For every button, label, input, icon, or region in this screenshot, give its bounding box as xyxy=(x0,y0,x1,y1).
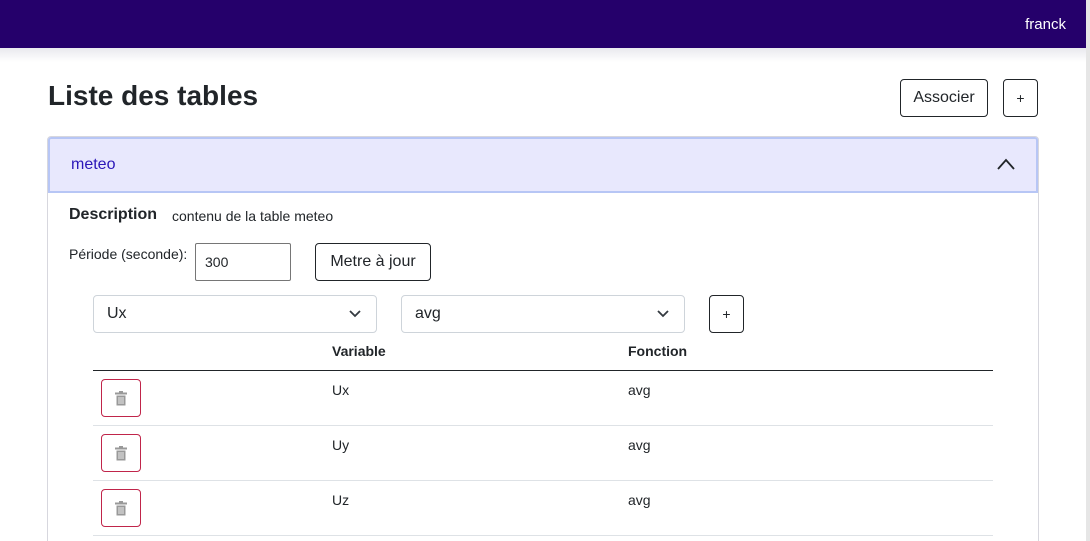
description-value: contenu de la table meteo xyxy=(172,208,334,224)
cell-function: avg xyxy=(628,382,651,398)
top-navbar: franck xyxy=(0,0,1086,48)
row-divider xyxy=(93,425,993,426)
update-button[interactable]: Metre à jour xyxy=(315,243,431,281)
column-header-function: Fonction xyxy=(628,343,688,359)
trash-icon xyxy=(115,445,127,460)
variable-select-value: Ux xyxy=(107,305,127,322)
cell-function: avg xyxy=(628,437,651,453)
user-name-link[interactable]: franck xyxy=(1025,16,1066,33)
column-header-variable: Variable xyxy=(332,343,386,359)
period-input[interactable] xyxy=(195,243,291,281)
chevron-up-icon xyxy=(997,158,1015,170)
add-variable-button[interactable]: + xyxy=(709,295,744,333)
trash-icon xyxy=(115,390,127,405)
description-label: Description xyxy=(69,206,158,223)
chevron-down-icon xyxy=(349,310,361,318)
row-divider xyxy=(93,480,993,481)
associate-button[interactable]: Associer xyxy=(900,79,988,117)
cell-variable: Uy xyxy=(332,437,350,453)
cell-variable: Uz xyxy=(332,492,350,508)
row-divider xyxy=(93,535,993,536)
period-label: Période (seconde): xyxy=(69,246,188,262)
chevron-down-icon xyxy=(657,310,669,318)
delete-row-button[interactable] xyxy=(101,379,141,417)
delete-row-button[interactable] xyxy=(101,434,141,472)
page-scrollbar[interactable] xyxy=(1086,0,1090,541)
add-table-button[interactable]: + xyxy=(1003,79,1038,117)
delete-row-button[interactable] xyxy=(101,489,141,527)
accordion-header-meteo[interactable]: meteo xyxy=(48,137,1038,193)
accordion-title: meteo xyxy=(71,156,116,173)
function-select-value: avg xyxy=(415,305,441,322)
function-select[interactable]: avg xyxy=(401,295,685,333)
variable-select[interactable]: Ux xyxy=(93,295,377,333)
cell-function: avg xyxy=(628,492,651,508)
trash-icon xyxy=(115,500,127,515)
cell-variable: Ux xyxy=(332,382,350,398)
table-header-divider xyxy=(93,370,993,371)
navbar-shadow xyxy=(0,48,1086,62)
page-title: Liste des tables xyxy=(48,80,259,111)
